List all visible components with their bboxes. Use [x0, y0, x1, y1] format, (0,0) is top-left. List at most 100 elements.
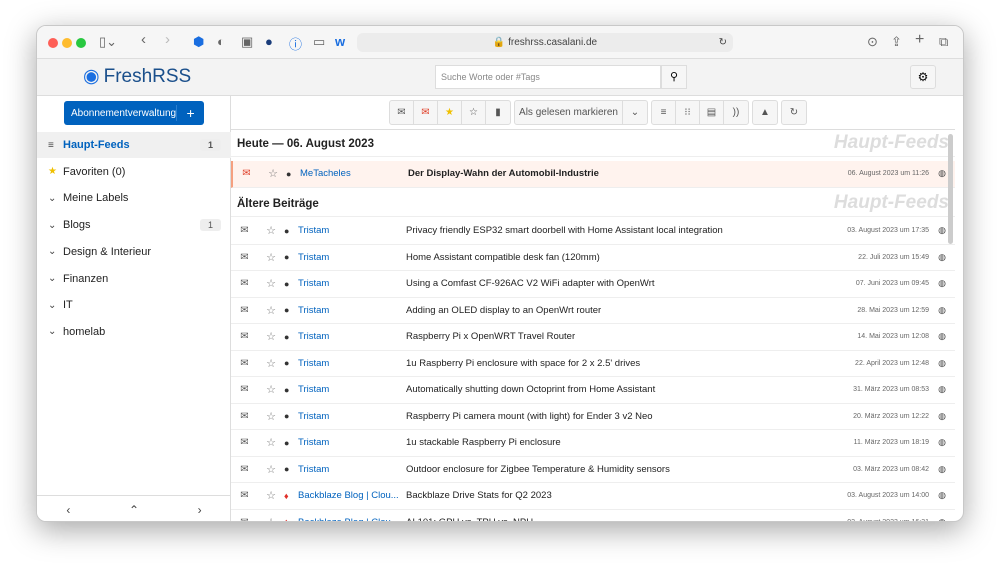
article-title[interactable]: Backblaze Drive Stats for Q2 2023 — [406, 490, 809, 501]
read-envelope-icon[interactable]: ✉ — [231, 464, 258, 475]
sidebar-item[interactable]: ⌄ Finanzen — [37, 266, 231, 292]
article-row[interactable]: ✉ ☆ ● Tristam Using a Comfast CF-926AC V… — [231, 271, 955, 298]
article-row[interactable]: ✉ ☆ ● Tristam Home Assistant compatible … — [231, 245, 955, 271]
w-icon[interactable]: w — [335, 34, 345, 49]
bookmark-icon[interactable]: ▮ — [486, 101, 510, 124]
external-link-icon[interactable]: ◍ — [929, 331, 955, 342]
zoom-window-button[interactable] — [76, 38, 86, 48]
read-envelope-icon[interactable]: ✉ — [231, 331, 258, 342]
star-icon[interactable]: ☆ — [258, 277, 284, 290]
article-title[interactable]: Automatically shutting down Octoprint fr… — [406, 384, 809, 395]
external-link-icon[interactable]: ◍ — [929, 517, 955, 521]
feed-name[interactable]: Tristam — [298, 437, 406, 448]
new-tab-icon[interactable]: + — [915, 31, 924, 49]
external-link-icon[interactable]: ◍ — [929, 358, 955, 369]
search-input[interactable]: Suche Worte oder #Tags — [435, 65, 661, 89]
article-title[interactable]: 1u stackable Raspberry Pi enclosure — [406, 437, 809, 448]
article-row[interactable]: ✉ ☆ ● MeTacheles Der Display-Wahn der Au… — [231, 161, 955, 188]
article-row[interactable]: ✉ ☆ ● Tristam Automatically shutting dow… — [231, 377, 955, 404]
external-link-icon[interactable]: ◍ — [929, 464, 955, 475]
back-icon[interactable]: ‹ — [141, 31, 146, 48]
article-title[interactable]: Raspberry Pi camera mount (with light) f… — [406, 411, 809, 422]
unread-envelope-icon[interactable]: ✉ — [233, 168, 260, 179]
article-row[interactable]: ✉ ☆ ● Tristam Raspberry Pi camera mount … — [231, 404, 955, 430]
reader-view-icon[interactable]: ▤ — [700, 101, 724, 124]
unread-filter-icon[interactable]: ✉ — [414, 101, 438, 124]
star-icon[interactable]: ☆ — [258, 304, 284, 317]
read-envelope-icon[interactable]: ✉ — [231, 411, 258, 422]
article-title[interactable]: Der Display-Wahn der Automobil-Industrie — [408, 168, 809, 179]
article-title[interactable]: Home Assistant compatible desk fan (120m… — [406, 252, 809, 263]
rss-icon[interactable]: )) — [724, 101, 748, 124]
article-row[interactable]: ✉ ☆ ● Tristam Outdoor enclosure for Zigb… — [231, 457, 955, 483]
star-icon[interactable]: ☆ — [258, 516, 284, 521]
sidebar-item[interactable]: ⌄ IT — [37, 292, 231, 318]
read-envelope-icon[interactable]: ✉ — [231, 225, 258, 236]
article-title[interactable]: Adding an OLED display to an OpenWrt rou… — [406, 305, 809, 316]
extension-icon[interactable]: ▭ — [313, 34, 325, 50]
read-envelope-icon[interactable]: ✉ — [231, 252, 258, 263]
feed-name[interactable]: Tristam — [298, 252, 406, 263]
chevron-down-icon[interactable]: ⌄ — [623, 101, 647, 124]
feed-name[interactable]: Backblaze Blog | Clou... — [298, 490, 406, 501]
starred-filter-icon[interactable]: ★ — [438, 101, 462, 124]
feed-name[interactable]: MeTacheles — [300, 168, 408, 179]
share-icon[interactable]: ⇪ — [891, 34, 902, 50]
external-link-icon[interactable]: ◍ — [929, 252, 955, 263]
chevron-left-icon[interactable]: ‹ — [66, 503, 70, 517]
article-title[interactable]: Using a Comfast CF-926AC V2 WiFi adapter… — [406, 278, 809, 289]
refresh-icon[interactable]: ↻ — [782, 101, 806, 124]
star-icon[interactable]: ☆ — [258, 330, 284, 343]
article-title[interactable]: Raspberry Pi x OpenWRT Travel Router — [406, 331, 809, 342]
star-icon[interactable]: ☆ — [258, 489, 284, 502]
sidebar-icon[interactable]: ▯⌄ — [99, 34, 117, 50]
minimize-window-button[interactable] — [62, 38, 72, 48]
star-icon[interactable]: ☆ — [258, 383, 284, 396]
sidebar-item[interactable]: ⌄ Blogs 1 — [37, 212, 231, 238]
article-row[interactable]: ✉ ☆ ● Tristam Privacy friendly ESP32 sma… — [231, 218, 955, 245]
subscription-management-button[interactable]: Abonnementverwaltung + — [64, 101, 204, 125]
star-icon[interactable]: ☆ — [258, 357, 284, 370]
read-envelope-icon[interactable]: ✉ — [231, 384, 258, 395]
feed-name[interactable]: Tristam — [298, 305, 406, 316]
feed-name[interactable]: Tristam — [298, 384, 406, 395]
external-link-icon[interactable]: ◍ — [929, 384, 955, 395]
gear-icon[interactable]: ⚙ — [910, 65, 936, 89]
tabs-icon[interactable]: ⧉ — [939, 34, 948, 50]
extension-icon[interactable]: ⬢ — [193, 34, 204, 50]
star-icon[interactable]: ☆ — [258, 436, 284, 449]
article-row[interactable]: ✉ ☆ ● Tristam Adding an OLED display to … — [231, 298, 955, 324]
close-window-button[interactable] — [48, 38, 58, 48]
sort-icon[interactable]: ▲ — [753, 101, 777, 124]
sidebar-item[interactable]: ≡ Haupt-Feeds 1 — [37, 132, 231, 158]
article-row[interactable]: ✉ ☆ ♦ Backblaze Blog | Clou... AI 101: G… — [231, 510, 955, 521]
shield-icon[interactable]: ◐ — [217, 34, 225, 49]
read-envelope-icon[interactable]: ✉ — [231, 305, 258, 316]
star-icon[interactable]: ☆ — [260, 167, 286, 180]
star-icon[interactable]: ☆ — [258, 224, 284, 237]
read-envelope-icon[interactable]: ✉ — [231, 490, 258, 501]
feed-name[interactable]: Tristam — [298, 225, 406, 236]
unstarred-filter-icon[interactable]: ☆ — [462, 101, 486, 124]
read-envelope-icon[interactable]: ✉ — [231, 517, 258, 521]
article-row[interactable]: ✉ ☆ ● Tristam Raspberry Pi x OpenWRT Tra… — [231, 324, 955, 351]
logo[interactable]: ◉ FreshRSS — [83, 65, 191, 88]
feed-name[interactable]: Tristam — [298, 464, 406, 475]
sidebar-item[interactable]: ⌄ Meine Labels — [37, 185, 231, 211]
scrollbar[interactable] — [948, 134, 953, 244]
external-link-icon[interactable]: ◍ — [929, 437, 955, 448]
article-title[interactable]: Privacy friendly ESP32 smart doorbell wi… — [406, 225, 809, 236]
feed-name[interactable]: Tristam — [298, 411, 406, 422]
feed-name[interactable]: Backblaze Blog | Clou... — [298, 517, 406, 521]
grid-view-icon[interactable]: ⁝⁝ — [676, 101, 700, 124]
article-title[interactable]: AI 101: GPU vs. TPU vs. NPU — [406, 517, 809, 521]
article-row[interactable]: ✉ ☆ ♦ Backblaze Blog | Clou... Backblaze… — [231, 483, 955, 510]
search-button[interactable]: ⚲ — [661, 65, 687, 89]
extension-icon[interactable]: ● — [265, 34, 273, 49]
reload-icon[interactable]: ↻ — [719, 33, 727, 52]
read-envelope-icon[interactable]: ✉ — [231, 278, 258, 289]
extension-icon[interactable]: ▣ — [241, 34, 253, 50]
external-link-icon[interactable]: ◍ — [929, 278, 955, 289]
onepassword-icon[interactable]: ⓘ — [289, 34, 302, 53]
article-row[interactable]: ✉ ☆ ● Tristam 1u Raspberry Pi enclosure … — [231, 351, 955, 377]
